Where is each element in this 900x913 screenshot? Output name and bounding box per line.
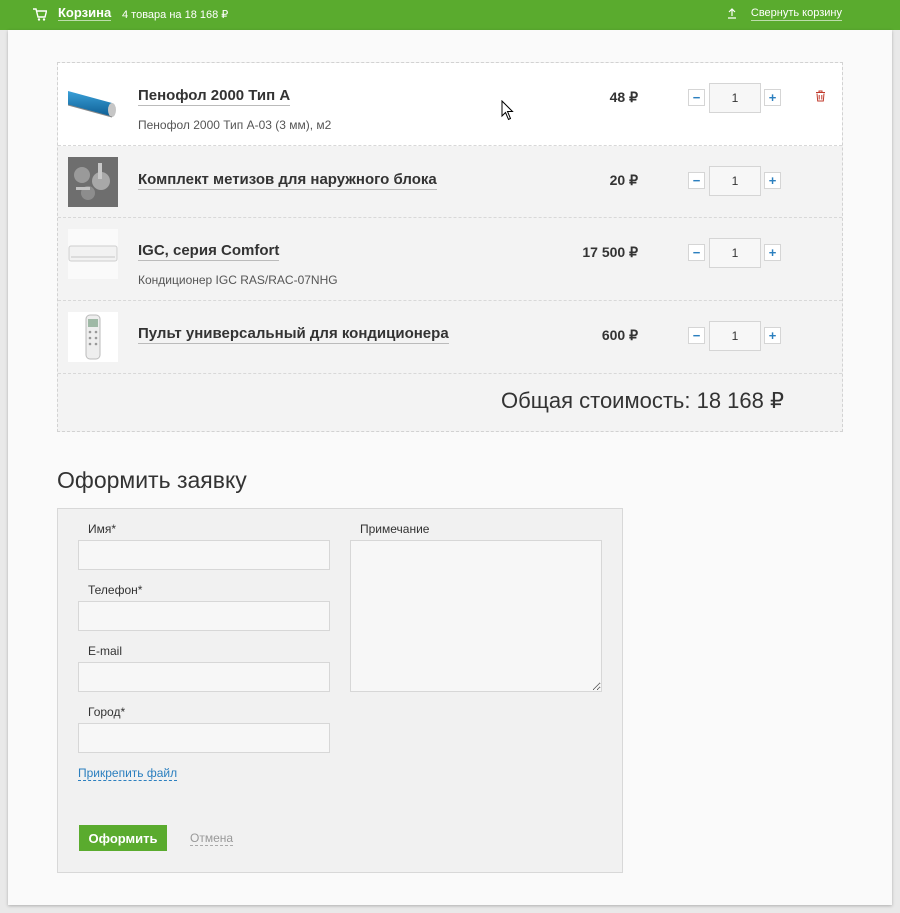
submit-order-button[interactable]: Оформить <box>79 825 167 851</box>
increase-quantity-button[interactable]: + <box>764 327 781 344</box>
product-description: Кондиционер IGC RAS/RAC-07NHG <box>138 273 338 287</box>
cart-total-row: Общая стоимость: 18 168 ₽ <box>58 374 842 432</box>
quantity-stepper: − + <box>688 166 783 196</box>
attach-file-link[interactable]: Прикрепить файл <box>78 766 178 781</box>
order-form: Имя* Телефон* E-mail Город* Примечание П… <box>57 508 623 873</box>
cart-row: Пенофол 2000 Тип А Пенофол 2000 Тип А-03… <box>58 63 842 146</box>
cart-icon <box>33 8 47 21</box>
decrease-quantity-button[interactable]: − <box>688 327 705 344</box>
hardware-kit-image <box>68 157 118 207</box>
mouse-cursor-icon <box>501 100 514 121</box>
product-price: 48 ₽ <box>609 89 638 105</box>
cart-title-link[interactable]: Корзина <box>58 5 112 21</box>
email-input[interactable] <box>78 662 330 692</box>
quantity-stepper: − + <box>688 83 783 113</box>
collapse-cart-link[interactable]: Свернуть корзину <box>750 7 842 21</box>
phone-input[interactable] <box>78 601 330 631</box>
quantity-input[interactable] <box>709 83 761 113</box>
cart-table: Пенофол 2000 Тип А Пенофол 2000 Тип А-03… <box>57 62 843 432</box>
name-input[interactable] <box>78 540 330 570</box>
city-label: Город* <box>88 705 126 719</box>
phone-label: Телефон* <box>88 583 143 597</box>
product-name-link[interactable]: Пенофол 2000 Тип А <box>138 87 291 106</box>
product-price: 20 ₽ <box>609 172 638 188</box>
increase-quantity-button[interactable]: + <box>764 89 781 106</box>
note-label: Примечание <box>360 522 430 536</box>
quantity-stepper: − + <box>688 321 783 351</box>
product-name-link[interactable]: IGC, серия Comfort <box>138 242 280 261</box>
quantity-stepper: − + <box>688 238 783 268</box>
email-label: E-mail <box>88 644 123 658</box>
cart-row: Пульт универсальный для кондиционера 600… <box>58 301 842 374</box>
cart-total: Общая стоимость: 18 168 ₽ <box>501 388 784 413</box>
air-conditioner-image <box>68 229 118 279</box>
cancel-link[interactable]: Отмена <box>190 831 234 846</box>
cart-summary: 4 товара на 18 168 ₽ <box>122 9 229 21</box>
trash-icon[interactable] <box>815 90 826 102</box>
remote-control-image <box>68 312 118 362</box>
product-price: 17 500 ₽ <box>582 244 638 260</box>
cart-topbar: Корзина 4 товара на 18 168 ₽ Свернуть ко… <box>0 0 900 37</box>
quantity-input[interactable] <box>709 321 761 351</box>
product-price: 600 ₽ <box>601 327 638 343</box>
cart-row: Комплект метизов для наружного блока 20 … <box>58 146 842 218</box>
quantity-input[interactable] <box>709 238 761 268</box>
decrease-quantity-button[interactable]: − <box>688 172 705 189</box>
arrow-up-icon <box>728 8 736 19</box>
foil-roll-image <box>68 91 116 118</box>
decrease-quantity-button[interactable]: − <box>688 89 705 106</box>
order-form-title: Оформить заявку <box>57 467 247 493</box>
increase-quantity-button[interactable]: + <box>764 244 781 261</box>
note-textarea[interactable] <box>350 540 602 692</box>
product-name-link[interactable]: Пульт универсальный для кондиционера <box>138 325 449 344</box>
product-description: Пенофол 2000 Тип А-03 (3 мм), м2 <box>138 118 332 132</box>
cart-panel: Пенофол 2000 Тип А Пенофол 2000 Тип А-03… <box>8 30 892 905</box>
name-label: Имя* <box>88 522 117 536</box>
cart-row: IGC, серия Comfort Кондиционер IGC RAS/R… <box>58 218 842 301</box>
product-name-link[interactable]: Комплект метизов для наружного блока <box>138 171 437 190</box>
increase-quantity-button[interactable]: + <box>764 172 781 189</box>
quantity-input[interactable] <box>709 166 761 196</box>
city-input[interactable] <box>78 723 330 753</box>
decrease-quantity-button[interactable]: − <box>688 244 705 261</box>
